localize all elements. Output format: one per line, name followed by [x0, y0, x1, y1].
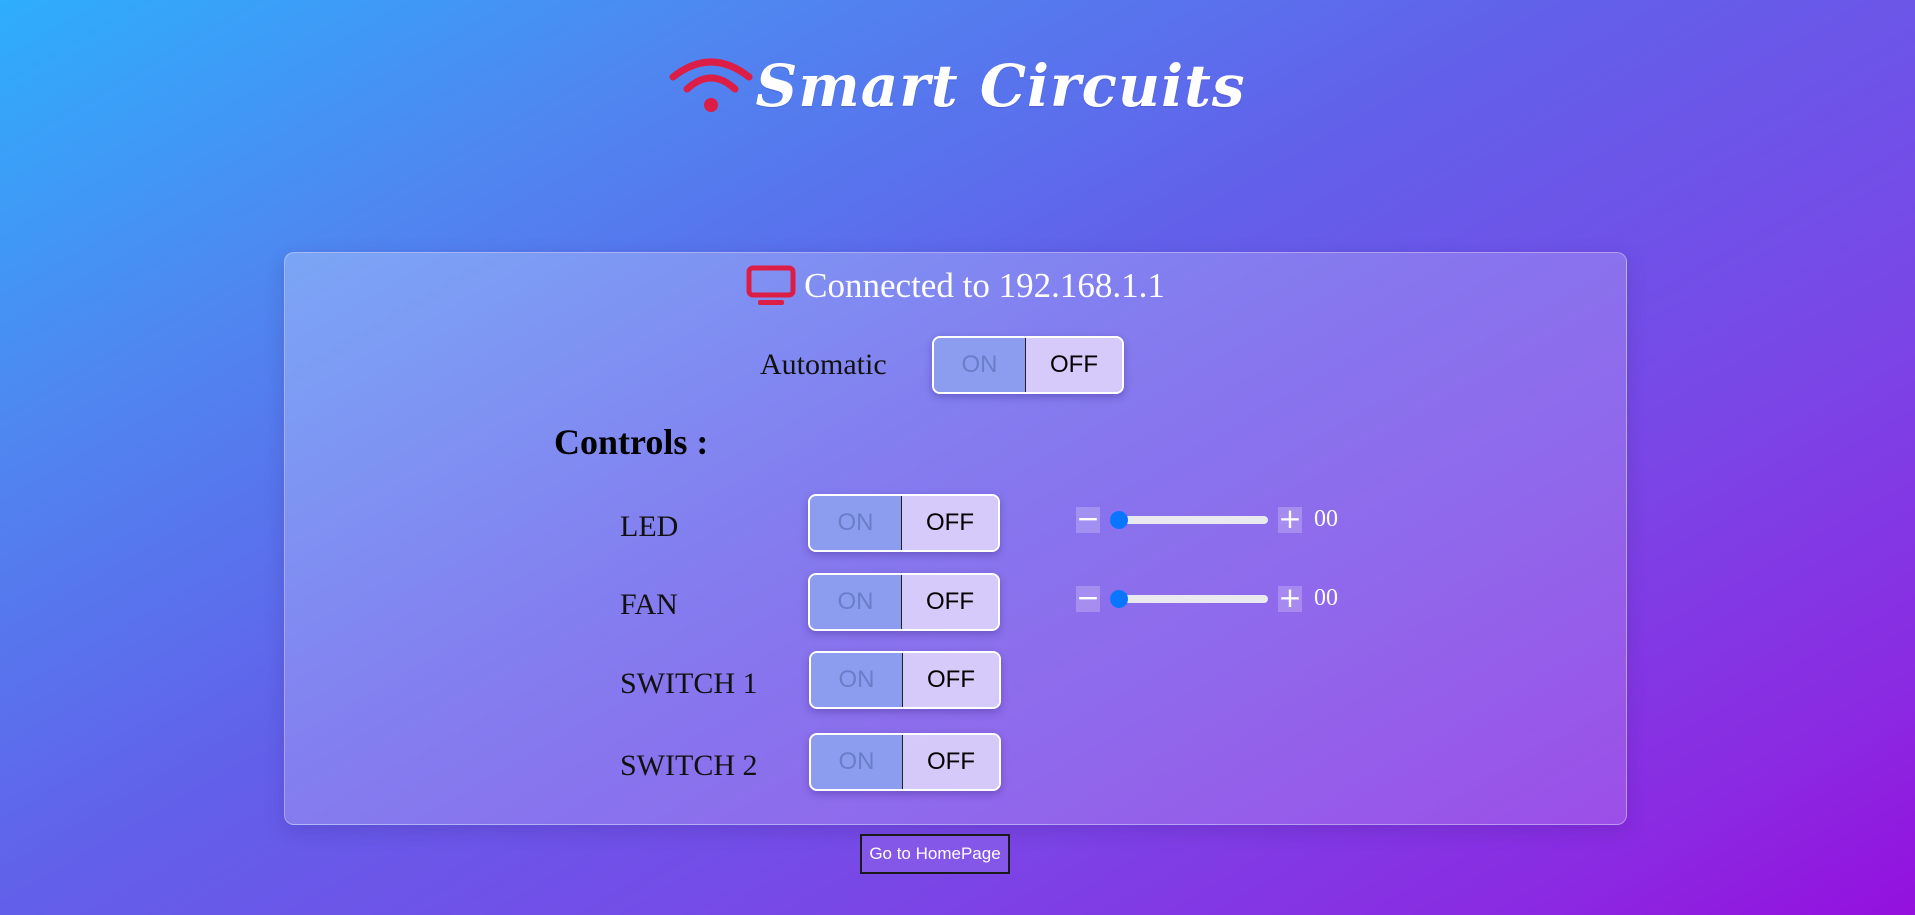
app-title: Smart Circuits	[755, 52, 1246, 120]
led-slider-value: 00	[1314, 506, 1338, 532]
led-toggle[interactable]: ON OFF	[808, 494, 1000, 552]
fan-slider-value: 00	[1314, 585, 1338, 611]
slider-thumb[interactable]	[1110, 510, 1128, 529]
control-panel: Connected to 192.168.1.1 Automatic ON OF…	[284, 252, 1627, 825]
toggle-on-option[interactable]: ON	[810, 575, 902, 629]
plus-icon[interactable]: +	[1278, 504, 1302, 533]
led-brightness-control: − + 00	[1076, 504, 1338, 533]
led-label: LED	[620, 510, 679, 543]
fan-speed-control: − + 00	[1076, 583, 1338, 612]
toggle-on-option[interactable]: ON	[811, 653, 903, 707]
app-header: Smart Circuits	[0, 52, 1915, 120]
go-to-homepage-button[interactable]: Go to HomePage	[860, 834, 1010, 874]
minus-icon[interactable]: −	[1076, 504, 1100, 533]
fan-label: FAN	[620, 588, 678, 621]
toggle-off-option[interactable]: OFF	[902, 575, 998, 629]
toggle-on-option[interactable]: ON	[934, 338, 1026, 392]
minus-icon[interactable]: −	[1076, 583, 1100, 612]
controls-heading: Controls :	[554, 422, 709, 462]
slider-thumb[interactable]	[1110, 589, 1128, 608]
connection-text: Connected to 192.168.1.1	[804, 266, 1165, 305]
automatic-label: Automatic	[760, 348, 887, 381]
connection-status: Connected to 192.168.1.1	[285, 265, 1626, 307]
fan-toggle[interactable]: ON OFF	[808, 573, 1000, 631]
switch-1-label: SWITCH 1	[620, 667, 758, 700]
toggle-on-option[interactable]: ON	[810, 496, 902, 550]
switch-2-toggle[interactable]: ON OFF	[809, 733, 1001, 791]
toggle-off-option[interactable]: OFF	[903, 735, 999, 789]
toggle-on-option[interactable]: ON	[811, 735, 903, 789]
fan-slider[interactable]	[1110, 589, 1268, 608]
led-slider[interactable]	[1110, 510, 1268, 529]
switch-1-toggle[interactable]: ON OFF	[809, 651, 1001, 709]
wifi-icon	[669, 58, 753, 112]
plus-icon[interactable]: +	[1278, 583, 1302, 612]
toggle-off-option[interactable]: OFF	[903, 653, 999, 707]
toggle-off-option[interactable]: OFF	[1026, 338, 1122, 392]
toggle-off-option[interactable]: OFF	[902, 496, 998, 550]
automatic-toggle[interactable]: ON OFF	[932, 336, 1124, 394]
switch-2-label: SWITCH 2	[620, 749, 758, 782]
monitor-icon	[746, 265, 796, 305]
